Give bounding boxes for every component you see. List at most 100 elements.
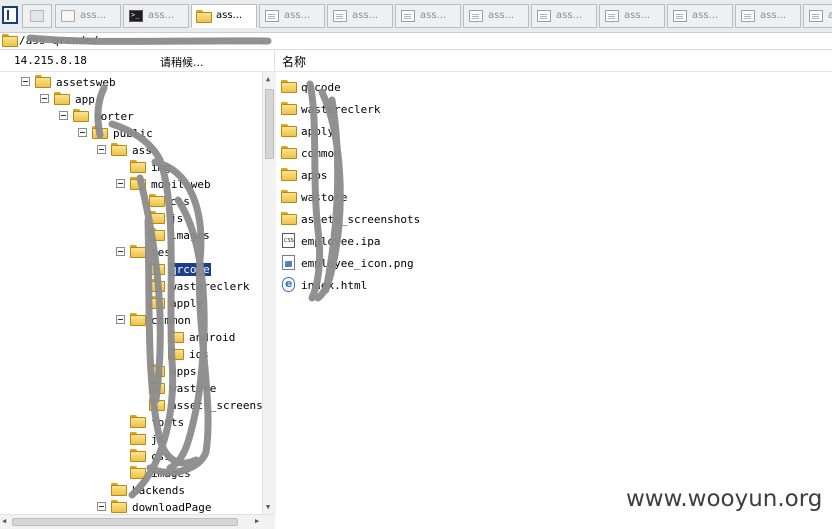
collapse-toggle-icon[interactable]	[116, 179, 125, 188]
file-name[interactable]: assets_screenshots	[301, 213, 420, 226]
collapse-toggle-icon[interactable]	[78, 128, 87, 137]
tree-node-label[interactable]: mobileweb	[150, 178, 212, 191]
scroll-left-icon[interactable]: ◀	[2, 517, 6, 525]
tree-node-label[interactable]: images	[169, 229, 211, 242]
tree-node[interactable]: css	[135, 193, 262, 210]
file-row[interactable]: common	[281, 143, 581, 163]
tree-node-label[interactable]: downloadPage	[131, 501, 212, 514]
collapse-toggle-icon[interactable]	[97, 145, 106, 154]
tree-node-label[interactable]: apps	[169, 365, 198, 378]
scroll-thumb[interactable]	[265, 89, 274, 159]
collapse-toggle-icon[interactable]	[116, 315, 125, 324]
tree-node-label[interactable]: apply	[169, 297, 204, 310]
file-name[interactable]: employee.ipa	[301, 235, 380, 248]
tab-1[interactable]: ass...	[55, 4, 121, 28]
tree-node-label[interactable]: public	[112, 127, 154, 140]
tree-node[interactable]: android	[154, 329, 262, 346]
file-list[interactable]: qrcode wastereclerk apply common apps wastore…	[276, 72, 832, 528]
scroll-right-icon[interactable]: ▶	[255, 517, 259, 525]
tree-node-label[interactable]: fonts	[150, 416, 185, 429]
tree-node-label[interactable]: tes	[150, 246, 172, 259]
tree-node-label[interactable]: css	[150, 450, 172, 463]
tree-node[interactable]: img	[116, 159, 262, 176]
file-row[interactable]: apps	[281, 165, 581, 185]
tree-node-label[interactable]: js	[169, 212, 184, 225]
tree-node[interactable]: images	[116, 465, 262, 482]
collapse-toggle-icon[interactable]	[21, 77, 30, 86]
tree-node[interactable]: mobileweb	[116, 176, 262, 193]
tree-node-label[interactable]: css	[169, 195, 191, 208]
tree-node[interactable]: public	[78, 125, 262, 142]
tree-node[interactable]: app	[40, 91, 262, 108]
tree-node-label[interactable]: wastore	[169, 382, 217, 395]
tree-node[interactable]: tes	[116, 244, 262, 261]
tree-node-label[interactable]: qrcode	[169, 263, 211, 276]
tree-node[interactable]: wastereclerk	[135, 278, 262, 295]
tree-node-label[interactable]: porter	[93, 110, 135, 123]
scroll-down-icon[interactable]: ▼	[266, 503, 270, 511]
tree-node-label[interactable]: ass	[131, 144, 153, 157]
tree-horizontal-scrollbar[interactable]: ◀ ▶	[0, 514, 275, 529]
file-row[interactable]: apply	[281, 121, 581, 141]
collapse-toggle-icon[interactable]	[40, 94, 49, 103]
tree-node-label[interactable]: assetsweb	[55, 76, 117, 89]
name-column-header[interactable]: 名称	[282, 53, 306, 70]
file-name[interactable]: common	[301, 147, 341, 160]
tree-node[interactable]: porter	[59, 108, 262, 125]
current-path[interactable]: /ass qrcode/	[19, 34, 98, 47]
tree-node-label[interactable]: js	[150, 433, 165, 446]
collapse-toggle-icon[interactable]	[59, 111, 68, 120]
scroll-up-icon[interactable]: ▲	[266, 75, 270, 83]
tree-node[interactable]: js	[135, 210, 262, 227]
tree-node-label[interactable]: wastereclerk	[169, 280, 250, 293]
tree-node[interactable]: backends	[97, 482, 262, 499]
directory-tree[interactable]: assetsweb app porter public ass img mobileweb c…	[0, 72, 262, 514]
tab-9[interactable]: ass...	[599, 4, 665, 28]
path-bar[interactable]: /ass qrcode/	[0, 32, 832, 50]
tree-node-label[interactable]: backends	[131, 484, 186, 497]
tree-node[interactable]: images	[135, 227, 262, 244]
tree-node[interactable]: qrcode	[135, 261, 262, 278]
tree-node[interactable]: assetsweb	[21, 74, 262, 91]
tab-3[interactable]: ass...	[191, 4, 257, 28]
tab-2[interactable]: ass...	[123, 4, 189, 28]
tree-node[interactable]: apply	[135, 295, 262, 312]
tree-node[interactable]: apps	[135, 363, 262, 380]
file-row[interactable]: wastereclerk	[281, 99, 581, 119]
file-row[interactable]: employee_icon.png	[281, 253, 581, 273]
tree-node[interactable]: assets_screenshots	[135, 397, 262, 414]
file-name[interactable]: wastereclerk	[301, 103, 380, 116]
file-row[interactable]: qrcode	[281, 77, 581, 97]
collapse-toggle-icon[interactable]	[97, 502, 106, 511]
tab-7[interactable]: ass...	[463, 4, 529, 28]
tree-node-label[interactable]: images	[150, 467, 192, 480]
tree-vertical-scrollbar[interactable]: ▲ ▼	[262, 72, 276, 514]
file-name[interactable]: apply	[301, 125, 334, 138]
tree-node-label[interactable]: common	[150, 314, 192, 327]
tab-5[interactable]: ass...	[327, 4, 393, 28]
tab-6[interactable]: ass...	[395, 4, 461, 28]
tab-8[interactable]: ass...	[531, 4, 597, 28]
tree-node[interactable]: ass	[97, 142, 262, 159]
tree-node[interactable]: js	[116, 431, 262, 448]
collapse-toggle-icon[interactable]	[116, 247, 125, 256]
file-row[interactable]: assets_screenshots	[281, 209, 581, 229]
scroll-thumb[interactable]	[12, 518, 238, 526]
tree-node-label[interactable]: ios	[188, 348, 210, 361]
file-name[interactable]: apps	[301, 169, 328, 182]
tree-node-label[interactable]: android	[188, 331, 236, 344]
file-name[interactable]: index.html	[301, 279, 367, 292]
tree-node[interactable]: fonts	[116, 414, 262, 431]
tree-node[interactable]: css	[116, 448, 262, 465]
tree-node-label[interactable]: img	[150, 161, 172, 174]
tree-node-label[interactable]: app	[74, 93, 96, 106]
tab-11[interactable]: ass...	[735, 4, 801, 28]
tree-node-label[interactable]: assets_screenshots	[169, 399, 262, 412]
tab-10[interactable]: ass...	[667, 4, 733, 28]
file-name[interactable]: employee_icon.png	[301, 257, 414, 270]
tree-node[interactable]: ios	[154, 346, 262, 363]
panel-toggle-icon[interactable]	[2, 6, 18, 24]
tab-blank[interactable]	[22, 4, 52, 28]
file-name[interactable]: qrcode	[301, 81, 341, 94]
tab-4[interactable]: ass...	[259, 4, 325, 28]
